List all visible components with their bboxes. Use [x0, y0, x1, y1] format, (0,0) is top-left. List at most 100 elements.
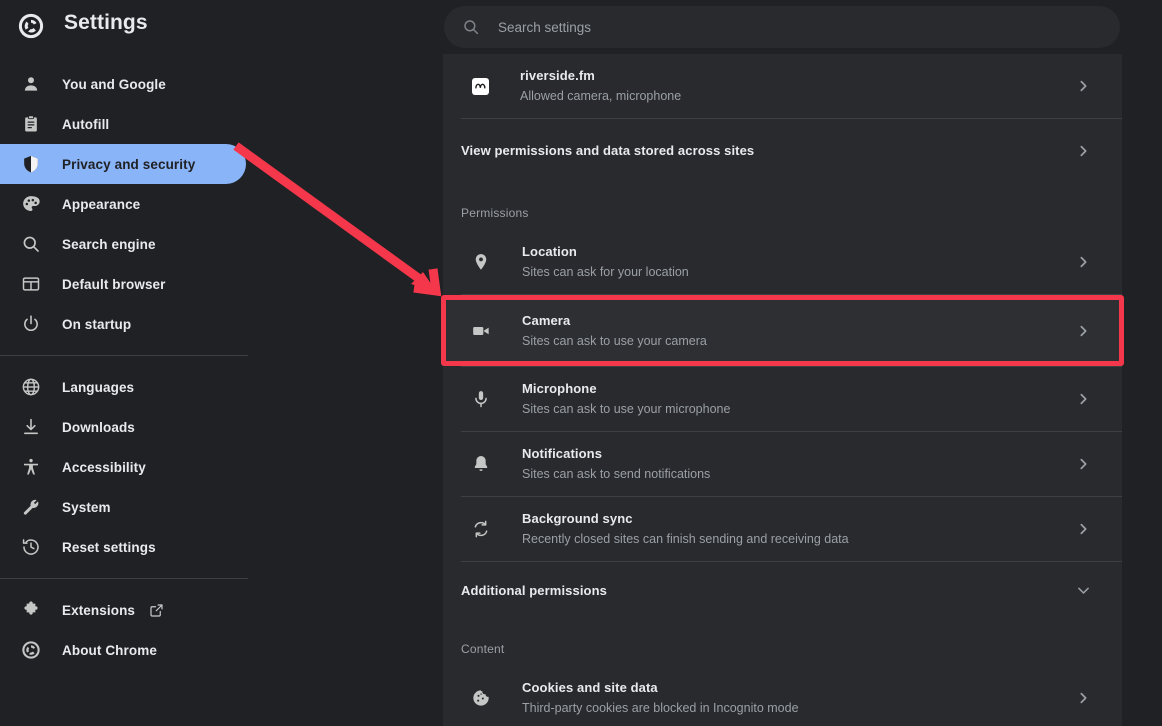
sidebar-item-privacy-and-security[interactable]: Privacy and security — [0, 144, 246, 184]
sidebar-item-label: Search engine — [62, 236, 156, 252]
site-row-riverside-text: riverside.fm Allowed camera, microphone — [520, 66, 1074, 106]
site-row-riverside-subtitle: Allowed camera, microphone — [520, 89, 682, 103]
person-icon — [21, 74, 41, 94]
sidebar-item-label: Downloads — [62, 419, 135, 435]
sidebar-item-about-chrome[interactable]: About Chrome — [0, 630, 246, 670]
search-icon — [21, 234, 41, 254]
sidebar-item-system[interactable]: System — [0, 487, 246, 527]
sidebar-item-label: Extensions — [62, 602, 136, 618]
chevron-right-icon[interactable] — [1074, 455, 1092, 473]
puzzle-icon — [21, 600, 41, 620]
sidebar-divider — [0, 578, 248, 579]
content-section-heading: Content — [461, 642, 505, 656]
sidebar-item-label: Autofill — [62, 116, 110, 132]
chevron-right-icon[interactable] — [1074, 77, 1092, 95]
palette-icon — [21, 194, 41, 214]
chevron-down-icon[interactable] — [1074, 581, 1092, 599]
sidebar-item-reset-settings[interactable]: Reset settings — [0, 527, 246, 567]
content-row-cookies-and-site-data-subtitle: Third-party cookies are blocked in Incog… — [522, 701, 799, 715]
permission-row-notifications-title: Notifications — [522, 446, 603, 461]
permission-row-camera-subtitle: Sites can ask to use your camera — [522, 333, 707, 348]
content-row-cookies-and-site-data-title: Cookies and site data — [522, 680, 658, 695]
sync-icon — [471, 519, 491, 539]
sidebar-item-label: You and Google — [62, 76, 166, 92]
permission-row-camera-text: Camera Sites can ask to use your camera — [522, 311, 1074, 351]
sidebar-item-label: Appearance — [62, 196, 141, 212]
history-restore-icon — [21, 537, 41, 557]
permission-row-location-text: Location Sites can ask for your location — [522, 242, 1074, 282]
sidebar-item-downloads[interactable]: Downloads — [0, 407, 246, 447]
chevron-right-icon[interactable] — [1074, 689, 1092, 707]
search-bar[interactable] — [444, 6, 1120, 48]
right-gutter — [1122, 54, 1162, 726]
permissions-section-heading: Permissions — [461, 206, 529, 220]
permission-row-microphone-subtitle: Sites can ask to use your microphone — [522, 402, 731, 416]
permission-row-notifications[interactable]: Notifications Sites can ask to send noti… — [443, 432, 1122, 496]
sidebar-item-search-engine[interactable]: Search engine — [0, 224, 246, 264]
external-link-icon — [149, 603, 164, 618]
sidebar-item-you-and-google[interactable]: You and Google — [0, 64, 246, 104]
sidebar-item-languages[interactable]: Languages — [0, 367, 246, 407]
wrench-icon — [21, 497, 41, 517]
content-row-cookies-and-site-data-text: Cookies and site data Third-party cookie… — [522, 678, 1074, 718]
sidebar-item-label: Default browser — [62, 276, 166, 292]
shield-icon — [21, 154, 41, 174]
additional-permissions-label: Additional permissions — [461, 582, 607, 598]
permission-row-notifications-subtitle: Sites can ask to send notifications — [522, 467, 711, 481]
sidebar-divider — [0, 355, 248, 356]
chevron-right-icon[interactable] — [1074, 322, 1092, 340]
chevron-right-icon[interactable] — [1074, 520, 1092, 538]
page-title: Settings — [64, 11, 148, 34]
permission-row-background-sync-title: Background sync — [522, 511, 633, 526]
permission-row-camera-title: Camera — [522, 312, 571, 328]
location-pin-icon — [471, 252, 491, 272]
browser-window-icon — [21, 274, 41, 294]
search-input[interactable] — [498, 19, 1120, 35]
sidebar-item-label: System — [62, 499, 111, 515]
site-row-riverside-title: riverside.fm — [520, 68, 595, 83]
sidebar-item-label: Reset settings — [62, 539, 156, 555]
permission-row-microphone[interactable]: Microphone Sites can ask to use your mic… — [443, 367, 1122, 431]
view-permissions-label: View permissions and data stored across … — [461, 143, 755, 158]
riverside-favicon — [472, 77, 489, 95]
chevron-right-icon[interactable] — [1074, 390, 1092, 408]
settings-window: Settings You and Google Autofill Privacy a… — [0, 0, 1162, 726]
sidebar-item-accessibility[interactable]: Accessibility — [0, 447, 246, 487]
main-content: riverside.fm Allowed camera, microphone … — [443, 54, 1122, 726]
permission-row-location-subtitle: Sites can ask for your location — [522, 265, 689, 279]
chevron-right-icon[interactable] — [1074, 142, 1092, 160]
top-bar: Settings — [0, 0, 1162, 54]
sidebar: You and Google Autofill Privacy and securi… — [0, 54, 443, 726]
video-camera-icon — [471, 321, 491, 341]
chevron-right-icon[interactable] — [1074, 253, 1092, 271]
view-permissions-row[interactable]: View permissions and data stored across … — [443, 119, 1122, 182]
search-icon — [462, 18, 480, 36]
chrome-logo-icon — [21, 640, 41, 660]
bell-icon — [471, 454, 491, 474]
download-icon — [21, 417, 41, 437]
permission-row-location[interactable]: Location Sites can ask for your location — [443, 230, 1122, 294]
sidebar-item-default-browser[interactable]: Default browser — [0, 264, 246, 304]
sidebar-item-appearance[interactable]: Appearance — [0, 184, 246, 224]
power-icon — [21, 314, 41, 334]
sidebar-item-on-startup[interactable]: On startup — [0, 304, 246, 344]
chrome-logo-icon — [18, 13, 44, 39]
permission-row-microphone-title: Microphone — [522, 381, 597, 396]
permission-row-camera[interactable]: Camera Sites can ask to use your camera — [443, 295, 1122, 366]
additional-permissions-row[interactable]: Additional permissions — [443, 562, 1122, 618]
sidebar-item-label: Accessibility — [62, 459, 146, 475]
microphone-icon — [471, 389, 491, 409]
sidebar-item-extensions[interactable]: Extensions — [0, 590, 246, 630]
permission-row-background-sync-subtitle: Recently closed sites can finish sending… — [522, 532, 849, 546]
permission-row-microphone-text: Microphone Sites can ask to use your mic… — [522, 379, 1074, 419]
clipboard-icon — [21, 114, 41, 134]
accessibility-icon — [21, 457, 41, 477]
permission-row-notifications-text: Notifications Sites can ask to send noti… — [522, 444, 1074, 484]
permission-row-background-sync-text: Background sync Recently closed sites ca… — [522, 509, 1074, 549]
sidebar-item-autofill[interactable]: Autofill — [0, 104, 246, 144]
site-row-riverside[interactable]: riverside.fm Allowed camera, microphone — [443, 54, 1122, 118]
permission-row-background-sync[interactable]: Background sync Recently closed sites ca… — [443, 497, 1122, 561]
sidebar-item-label: Languages — [62, 379, 135, 395]
globe-icon — [21, 377, 41, 397]
content-row-cookies-and-site-data[interactable]: Cookies and site data Third-party cookie… — [443, 666, 1122, 726]
